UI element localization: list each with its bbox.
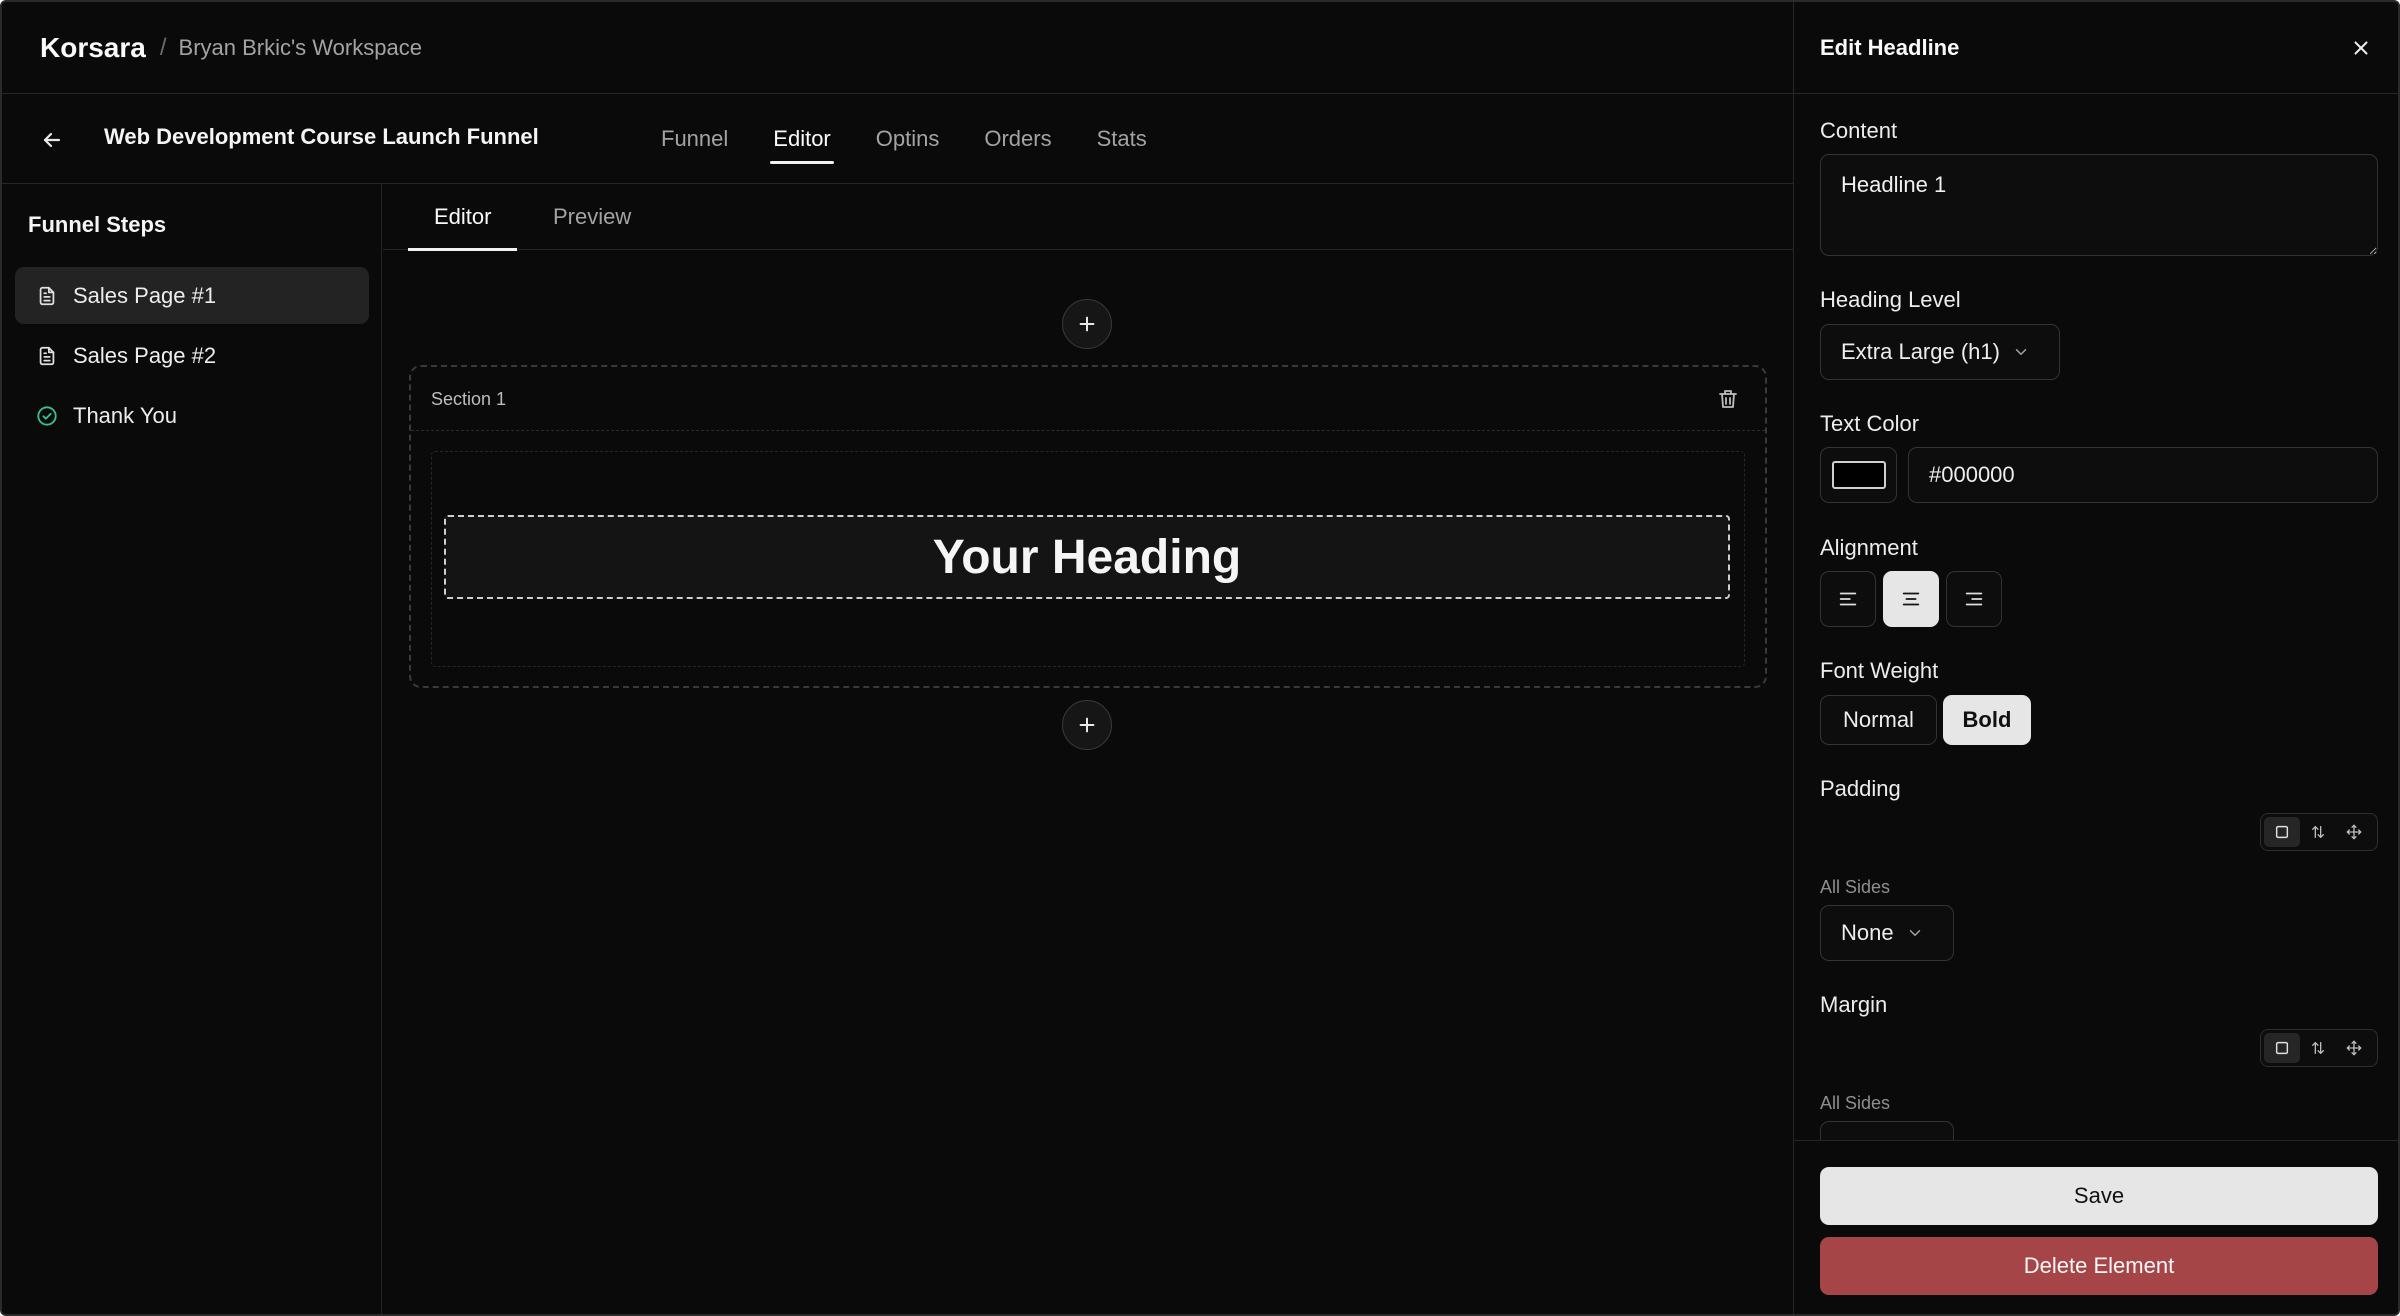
align-right-button[interactable] [1946, 571, 2002, 627]
canvas-tabs: Editor Preview [383, 184, 1793, 251]
move-icon [2346, 824, 2362, 840]
padding-value: None [1841, 920, 1894, 945]
color-swatch [1831, 461, 1886, 489]
heading-level-select[interactable]: Extra Large (h1) [1820, 324, 2060, 380]
editor-canvas: Editor Preview Section 1 Your Heading [383, 184, 1793, 1314]
step-label: Sales Page #1 [73, 282, 217, 308]
align-center-icon [1902, 592, 1920, 606]
margin-label: Margin [1820, 992, 1888, 1017]
panel-scroll-area[interactable]: Content Headline 1 Heading Level Extra L… [1794, 94, 2398, 1140]
move-icon [2346, 1040, 2362, 1056]
funnel-header: Web Development Course Launch Funnel Fun… [2, 94, 1793, 184]
padding-all-sides-option[interactable] [2264, 817, 2300, 847]
trash-icon [1719, 390, 1737, 408]
brand-logo[interactable]: Korsara [40, 32, 146, 64]
funnel-tabs: Funnel Editor Optins Orders Stats [642, 94, 1173, 184]
delete-element-button[interactable]: Delete Element [1820, 1237, 2378, 1295]
heading-element[interactable]: Your Heading [444, 515, 1730, 599]
section-container[interactable]: Section 1 Your Heading [409, 365, 1767, 688]
square-icon [2275, 1041, 2289, 1055]
section-label: Section 1 [431, 389, 507, 409]
align-center-button[interactable] [1883, 571, 1939, 627]
add-section-above-button[interactable] [1062, 299, 1112, 349]
content-textarea[interactable]: Headline 1 [1820, 154, 2378, 256]
back-button[interactable] [32, 120, 72, 160]
alignment-label: Alignment [1820, 535, 1918, 560]
document-icon [35, 284, 59, 308]
funnel-steps-sidebar: Funnel Steps Sales Page #1 Sales Page #2… [2, 184, 382, 1314]
chevron-down-icon [1906, 924, 1924, 942]
edit-panel: Edit Headline Content Headline 1 Heading… [1793, 2, 2398, 1314]
padding-vertical-option[interactable] [2300, 817, 2336, 847]
app-window: Korsara / Bryan Brkic's Workspace Web De… [0, 0, 2400, 1316]
plus-icon [1079, 717, 1095, 733]
chevron-down-icon [2012, 343, 2030, 361]
tab-canvas-editor[interactable]: Editor [407, 184, 519, 251]
font-weight-normal-button[interactable]: Normal [1820, 695, 1937, 745]
edit-panel-header: Edit Headline [1794, 2, 2398, 94]
padding-mode-toggle [2260, 813, 2378, 851]
workspace-name[interactable]: Bryan Brkic's Workspace [179, 35, 422, 61]
margin-all-sides-option[interactable] [2264, 1033, 2300, 1063]
font-weight-label: Font Weight [1820, 658, 1939, 683]
breadcrumb-separator: / [159, 33, 167, 61]
step-label: Thank You [73, 402, 177, 428]
plus-icon [1079, 316, 1095, 332]
align-right-icon [1965, 592, 1983, 606]
margin-sides-label: All Sides [1820, 1093, 1891, 1113]
top-bar: Korsara / Bryan Brkic's Workspace [2, 2, 1793, 94]
tab-canvas-preview[interactable]: Preview [553, 184, 631, 250]
step-sales-page-2[interactable]: Sales Page #2 [15, 327, 369, 384]
margin-each-side-option[interactable] [2336, 1033, 2372, 1063]
padding-each-side-option[interactable] [2336, 817, 2372, 847]
arrows-up-down-icon [2312, 826, 2324, 838]
section-body: Your Heading [431, 451, 1745, 667]
step-sales-page-1[interactable]: Sales Page #1 [15, 267, 369, 324]
check-circle-icon [35, 404, 59, 428]
arrows-up-down-icon [2312, 1042, 2324, 1054]
funnel-title: Web Development Course Launch Funnel [104, 124, 539, 149]
arrow-left-icon [43, 132, 61, 148]
padding-select[interactable]: None [1820, 905, 1954, 961]
margin-vertical-option[interactable] [2300, 1033, 2336, 1063]
funnel-steps-title: Funnel Steps [28, 212, 167, 237]
close-panel-button[interactable] [2345, 32, 2377, 64]
heading-text: Your Heading [932, 530, 1242, 584]
main-area: Korsara / Bryan Brkic's Workspace Web De… [2, 2, 1793, 1314]
align-left-icon [1839, 592, 1857, 606]
color-swatch-button[interactable] [1820, 447, 1897, 503]
tab-editor[interactable]: Editor [754, 94, 849, 184]
edit-panel-footer: Save Delete Element [1794, 1140, 2398, 1314]
heading-level-label: Heading Level [1820, 287, 1961, 312]
step-thank-you[interactable]: Thank You [15, 387, 369, 444]
hex-color-input[interactable] [1908, 447, 2378, 503]
tab-stats[interactable]: Stats [1078, 94, 1166, 184]
tab-orders[interactable]: Orders [965, 94, 1070, 184]
document-icon [35, 344, 59, 368]
tab-optins[interactable]: Optins [857, 94, 959, 184]
font-weight-bold-button[interactable]: Bold [1943, 695, 2031, 745]
save-button[interactable]: Save [1820, 1167, 2378, 1225]
padding-label: Padding [1820, 776, 1901, 801]
delete-section-button[interactable] [1713, 384, 1743, 414]
close-icon [2354, 41, 2368, 55]
panel-title: Edit Headline [1820, 35, 1960, 60]
padding-sides-label: All Sides [1820, 877, 1891, 897]
margin-mode-toggle [2260, 1029, 2378, 1067]
content-label: Content [1820, 118, 1898, 143]
square-icon [2275, 825, 2289, 839]
align-left-button[interactable] [1820, 571, 1876, 627]
heading-level-value: Extra Large (h1) [1841, 339, 2000, 364]
tab-funnel[interactable]: Funnel [642, 94, 747, 184]
step-label: Sales Page #2 [73, 342, 217, 368]
add-section-below-button[interactable] [1062, 700, 1112, 750]
section-header: Section 1 [411, 367, 1765, 431]
text-color-label: Text Color [1820, 411, 1920, 436]
margin-select[interactable] [1820, 1121, 1954, 1140]
